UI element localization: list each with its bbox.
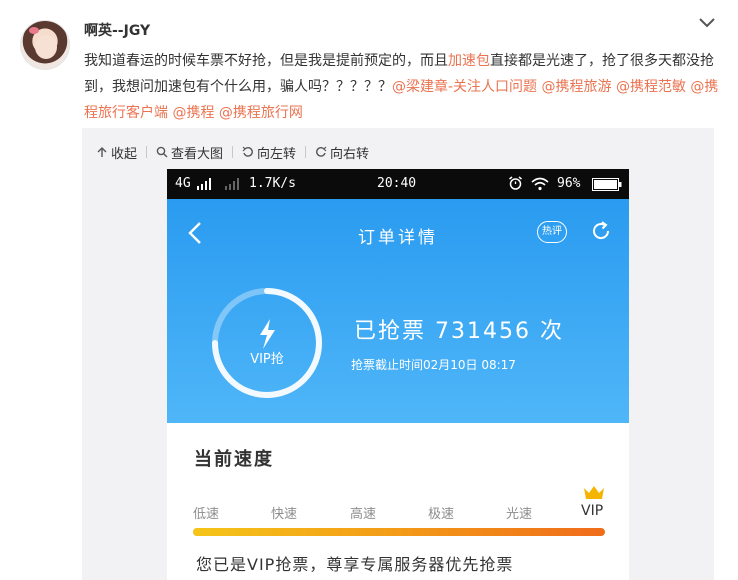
rotate-left-icon: [242, 146, 253, 157]
vip-grab-label: VIP抢: [250, 352, 284, 367]
rotate-right-label: 向右转: [330, 146, 370, 162]
speed-section-title: 当前速度: [194, 449, 274, 470]
media-box: 收起 查看大图 向左转 向右转 4G 1.7K/s 20:40 96% 订单详情…: [82, 128, 714, 580]
speed-progress-fill: [193, 528, 605, 536]
status-bar: 4G 1.7K/s 20:40 96%: [167, 169, 629, 199]
network-label: 4G: [175, 176, 191, 191]
weibo-post-card: 啊英--JGY 我知道春运的时候车票不好抢，但是我是提前预定的，而且加速包直接都…: [0, 0, 738, 580]
divider: [305, 146, 307, 158]
mention-link[interactable]: @携程: [172, 105, 214, 121]
crown-icon: [584, 486, 604, 499]
mention-link[interactable]: @携程旅游: [542, 79, 612, 95]
view-large-label: 查看大图: [171, 146, 224, 162]
media-toolbar: 收起 查看大图 向左转 向右转: [96, 142, 369, 162]
divider: [232, 146, 234, 158]
speed-level: 快速: [271, 507, 298, 522]
alarm-icon: [509, 176, 522, 190]
view-large-button[interactable]: 查看大图: [156, 143, 223, 162]
wifi-icon: [531, 177, 549, 191]
speed-level: 低速: [193, 507, 220, 522]
post-text: 我知道春运的时候车票不好抢，但是我是提前预定的，而且加速包直接都是光速了，抢了很…: [84, 48, 720, 126]
username[interactable]: 啊英--JGY: [84, 20, 150, 40]
speed-levels: 低速 快速 高速 极速 光速 VIP: [193, 503, 607, 522]
order-header: 订单详情 热评 VIP抢 已抢票 731456 次 抢票截止时间02月10日 0…: [167, 199, 629, 423]
highlight-keyword-link[interactable]: 加速包: [448, 53, 490, 69]
mention-link[interactable]: @梁建章-关注人口问题: [392, 79, 537, 95]
network-speed: 1.7K/s: [249, 176, 296, 191]
speed-level: 极速: [428, 507, 455, 522]
speed-progress-bar: [193, 528, 605, 536]
refresh-icon[interactable]: [590, 220, 612, 242]
rotate-left-label: 向左转: [257, 146, 297, 162]
hot-review-button[interactable]: 热评: [537, 221, 567, 243]
chevron-down-icon[interactable]: [698, 16, 716, 30]
avatar-bow: [29, 27, 39, 34]
rotate-right-button[interactable]: 向右转: [315, 143, 369, 162]
grab-count: 已抢票 731456 次: [354, 319, 564, 344]
signal-secondary-icon: [225, 178, 239, 190]
phone-screenshot[interactable]: 4G 1.7K/s 20:40 96% 订单详情 热评 VIP抢 已抢票 731…: [167, 169, 629, 580]
collapse-button[interactable]: 收起: [96, 143, 137, 162]
speed-level-vip: VIP: [581, 503, 604, 519]
collapse-icon: [97, 147, 107, 157]
speed-level: 光速: [506, 507, 533, 522]
battery-percent: 96%: [557, 176, 581, 191]
vip-speed-ring: [212, 288, 322, 398]
magnifier-icon: [156, 146, 168, 158]
collapse-label: 收起: [111, 146, 138, 162]
vip-notice: 您已是VIP抢票，尊享专属服务器优先抢票: [196, 555, 514, 574]
battery-icon: [592, 178, 622, 191]
clock-time: 20:40: [377, 176, 417, 191]
post-text-part: 我知道春运的时候车票不好抢，但是我是提前预定的，而且: [84, 53, 448, 69]
lightning-icon: [260, 319, 275, 349]
mention-link[interactable]: @携程范敏: [616, 79, 686, 95]
signal-icon: [197, 178, 211, 190]
grab-deadline: 抢票截止时间02月10日 08:17: [351, 358, 516, 372]
rotate-right-icon: [316, 146, 327, 157]
speed-level: 高速: [350, 507, 377, 522]
mention-link[interactable]: @携程旅行网: [219, 105, 303, 121]
avatar-face: [35, 35, 57, 59]
rotate-left-button[interactable]: 向左转: [242, 143, 296, 162]
divider: [146, 146, 148, 158]
avatar[interactable]: [20, 20, 70, 70]
